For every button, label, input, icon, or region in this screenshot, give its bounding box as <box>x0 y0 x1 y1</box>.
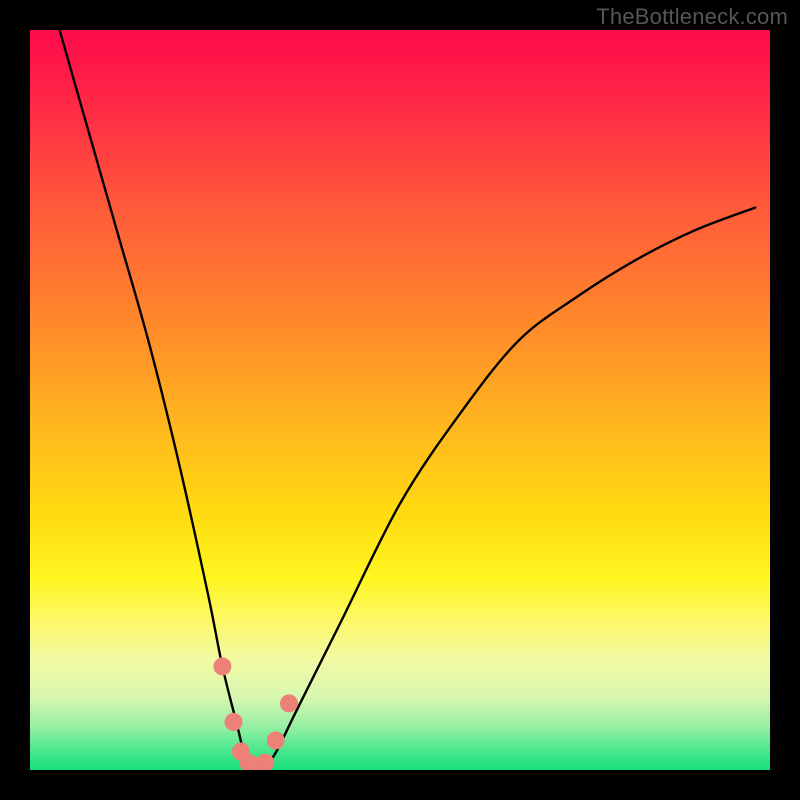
curve-svg <box>30 30 770 770</box>
plot-area <box>30 30 770 770</box>
curve-point <box>256 754 274 770</box>
curve-point <box>267 731 285 749</box>
curve-point <box>280 694 298 712</box>
curve-point <box>225 713 243 731</box>
chart-frame: TheBottleneck.com <box>0 0 800 800</box>
curve-points-group <box>213 657 298 770</box>
watermark-text: TheBottleneck.com <box>596 4 788 30</box>
bottleneck-curve-path <box>60 30 756 770</box>
curve-point <box>213 657 231 675</box>
